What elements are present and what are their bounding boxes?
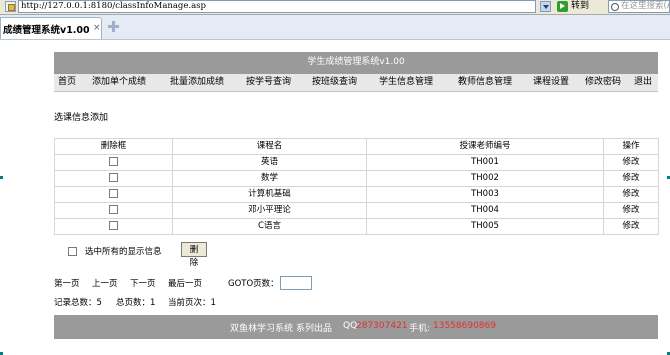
nav-student-manage[interactable]: 学生信息管理 <box>379 74 433 91</box>
delete-cell <box>54 186 173 203</box>
row-checkbox[interactable] <box>109 205 118 214</box>
goto-page-input[interactable] <box>280 276 312 290</box>
search-placeholder: 在这里搜索(Al <box>621 1 670 11</box>
goto-label: GOTO页数： <box>228 279 279 289</box>
table-row: 数学 TH002 修改 <box>54 170 659 187</box>
footer-made-by: 系列出品 <box>296 324 333 334</box>
total-pages: 总页数：1 <box>116 298 156 308</box>
page-icon <box>5 1 16 12</box>
column-header: 课程名 <box>172 138 367 155</box>
table-row: 邓小平理论 TH004 修改 <box>54 202 659 219</box>
nav-logout[interactable]: 退出 <box>634 74 652 91</box>
teacher-id: TH005 <box>366 218 604 235</box>
row-checkbox[interactable] <box>109 189 118 198</box>
new-tab-icon[interactable] <box>107 20 120 33</box>
next-page-link[interactable]: 下一页 <box>130 277 156 289</box>
footer: 双鱼林学习系统 系列出品 QQ: 287307421 手机: 135586908… <box>54 315 658 339</box>
nav-add-batch[interactable]: 批量添加成绩 <box>170 74 224 91</box>
course-name: 数学 <box>172 170 367 187</box>
select-all-label: 选中所有的显示信息 <box>85 247 162 257</box>
close-icon[interactable]: × <box>93 23 101 33</box>
prev-page-link[interactable]: 上一页 <box>92 277 118 289</box>
table-row: 计算机基础 TH003 修改 <box>54 186 659 203</box>
main-nav: 首页 添加单个成绩 批量添加成绩 按学号查询 按班级查询 学生信息管理 教师信息… <box>54 74 658 92</box>
footer-brand: 双鱼林学习系统 <box>230 324 294 334</box>
edit-link[interactable]: 修改 <box>603 186 659 203</box>
row-checkbox[interactable] <box>109 157 118 166</box>
go-label: 转到 <box>571 1 590 11</box>
teacher-id: TH003 <box>366 186 604 203</box>
column-header: 删除框 <box>54 138 173 155</box>
pagination: 第一页 上一页 下一页 最后一页 GOTO页数： <box>54 276 354 291</box>
nav-course-settings[interactable]: 课程设置 <box>533 74 569 91</box>
nav-teacher-manage[interactable]: 教师信息管理 <box>458 74 512 91</box>
nav-add-single[interactable]: 添加单个成绩 <box>92 74 146 91</box>
last-page-link[interactable]: 最后一页 <box>168 277 202 289</box>
teacher-id: TH001 <box>366 154 604 171</box>
edit-link[interactable]: 修改 <box>603 170 659 187</box>
row-checkbox[interactable] <box>109 221 118 230</box>
course-name: C语言 <box>172 218 367 235</box>
nav-change-password[interactable]: 修改密码 <box>585 74 621 91</box>
delete-cell <box>54 202 173 219</box>
tab-bar: 成绩管理系统v1.00 × <box>0 15 670 40</box>
section-title: 选课信息添加 <box>54 113 109 123</box>
nav-query-by-class[interactable]: 按班级查询 <box>312 74 357 91</box>
table-row: 英语 TH001 修改 <box>54 154 659 171</box>
delete-cell <box>54 170 173 187</box>
table-row: C语言 TH005 修改 <box>54 218 659 235</box>
teacher-id: TH004 <box>366 202 604 219</box>
teacher-id: TH002 <box>366 170 604 187</box>
delete-button[interactable]: 删除 <box>181 242 207 268</box>
course-table: 删除框 课程名 授课老师编号 操作 英语 TH001 修改 数学 TH002 修… <box>54 138 659 235</box>
footer-phone: 13558690869 <box>433 321 496 331</box>
current-page: 当前页次：1 <box>168 298 216 308</box>
address-bar: http://127.0.0.1:8180/classInfoManage.as… <box>0 0 670 15</box>
column-header: 授课老师编号 <box>366 138 604 155</box>
edge-marker <box>0 176 3 179</box>
row-checkbox[interactable] <box>109 173 118 182</box>
edit-link[interactable]: 修改 <box>603 154 659 171</box>
course-name: 计算机基础 <box>172 186 367 203</box>
total-records: 记录总数：5 <box>54 298 102 308</box>
footer-qq: 287307421 <box>356 321 408 331</box>
table-header-row: 删除框 课程名 授课老师编号 操作 <box>54 138 659 155</box>
search-input[interactable]: 在这里搜索(Al <box>608 0 670 13</box>
edit-link[interactable]: 修改 <box>603 202 659 219</box>
select-all-checkbox[interactable] <box>68 247 77 256</box>
app-title: 学生成绩管理系统v1.00 <box>54 52 658 74</box>
footer-phone-label: 手机: <box>409 324 431 334</box>
address-input[interactable]: http://127.0.0.1:8180/classInfoManage.as… <box>18 0 536 13</box>
delete-cell <box>54 154 173 171</box>
tab-title: 成绩管理系统v1.00 <box>3 25 90 36</box>
bulk-actions: 选中所有的显示信息 删除 <box>54 242 658 268</box>
column-header: 操作 <box>603 138 659 155</box>
search-icon <box>611 3 619 11</box>
go-arrow-icon <box>557 1 568 12</box>
go-button[interactable]: 转到 <box>557 0 597 13</box>
course-name: 英语 <box>172 154 367 171</box>
course-name: 邓小平理论 <box>172 202 367 219</box>
browser-tab[interactable]: 成绩管理系统v1.00 × <box>0 17 102 39</box>
nav-query-by-id[interactable]: 按学号查询 <box>246 74 291 91</box>
first-page-link[interactable]: 第一页 <box>54 277 80 289</box>
edit-link[interactable]: 修改 <box>603 218 659 235</box>
nav-home[interactable]: 首页 <box>58 74 76 91</box>
delete-cell <box>54 218 173 235</box>
chevron-down-icon[interactable] <box>540 1 551 12</box>
